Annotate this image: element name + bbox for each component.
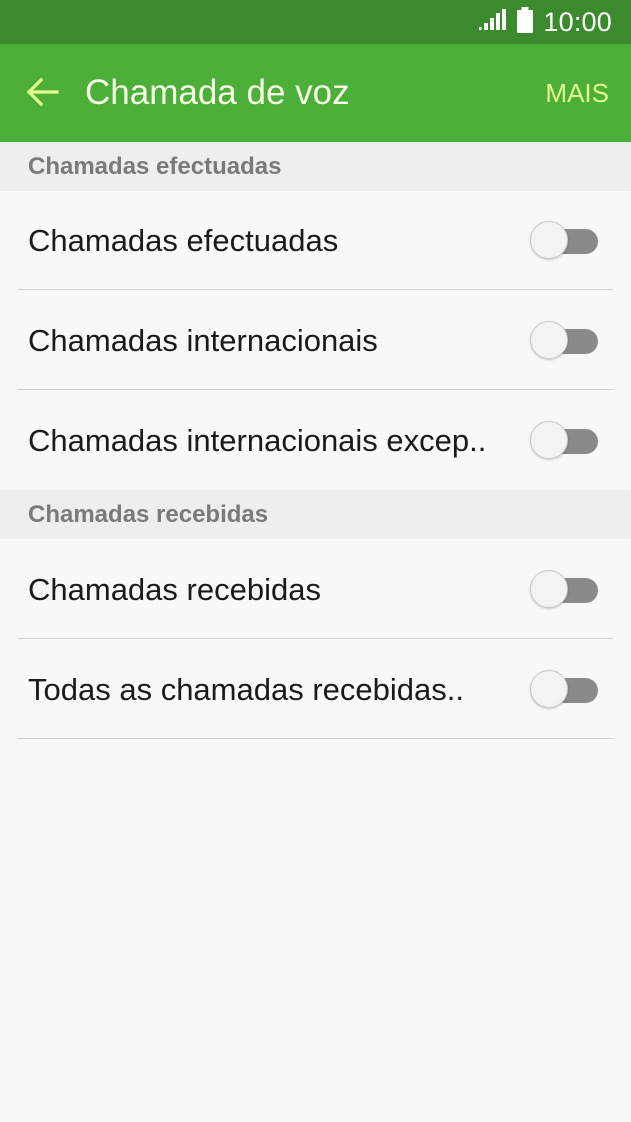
setting-row-incoming-calls[interactable]: Chamadas recebidas: [0, 540, 631, 639]
more-button[interactable]: MAIS: [545, 44, 609, 142]
switch-thumb: [530, 221, 568, 259]
divider: [18, 289, 613, 290]
page-title: Chamada de voz: [85, 73, 350, 112]
toggle-switch[interactable]: [530, 421, 600, 461]
switch-thumb: [530, 321, 568, 359]
app-bar: Chamada de voz MAIS: [0, 44, 631, 142]
status-bar: 10:00: [0, 0, 631, 44]
toggle-switch[interactable]: [530, 570, 600, 610]
toggle-switch[interactable]: [530, 321, 600, 361]
setting-label: Chamadas recebidas: [28, 572, 321, 607]
section-header-incoming: Chamadas recebidas: [0, 490, 631, 539]
signal-icon: [479, 8, 507, 36]
back-button[interactable]: [18, 70, 66, 118]
switch-thumb: [530, 570, 568, 608]
divider: [18, 389, 613, 390]
divider: [18, 638, 613, 639]
setting-row-all-incoming[interactable]: Todas as chamadas recebidas..: [0, 640, 631, 739]
setting-label: Todas as chamadas recebidas..: [28, 672, 464, 707]
status-time: 10:00: [543, 6, 612, 37]
status-indicators: 10:00: [479, 0, 612, 44]
divider: [18, 738, 613, 739]
setting-row-international-except[interactable]: Chamadas internacionais excep..: [0, 391, 631, 490]
toggle-switch[interactable]: [530, 670, 600, 710]
battery-icon: [517, 6, 534, 38]
setting-label: Chamadas internacionais: [28, 323, 378, 358]
switch-thumb: [530, 421, 568, 459]
back-arrow-icon: [25, 77, 59, 112]
section-header-label: Chamadas recebidas: [28, 501, 269, 528]
section-header-outgoing: Chamadas efectuadas: [0, 142, 631, 191]
switch-thumb: [530, 670, 568, 708]
setting-row-international-calls[interactable]: Chamadas internacionais: [0, 291, 631, 390]
setting-label: Chamadas efectuadas: [28, 223, 339, 258]
setting-label: Chamadas internacionais excep..: [28, 423, 487, 458]
toggle-switch[interactable]: [530, 221, 600, 261]
section-header-label: Chamadas efectuadas: [28, 153, 282, 180]
setting-row-outgoing-calls[interactable]: Chamadas efectuadas: [0, 191, 631, 290]
